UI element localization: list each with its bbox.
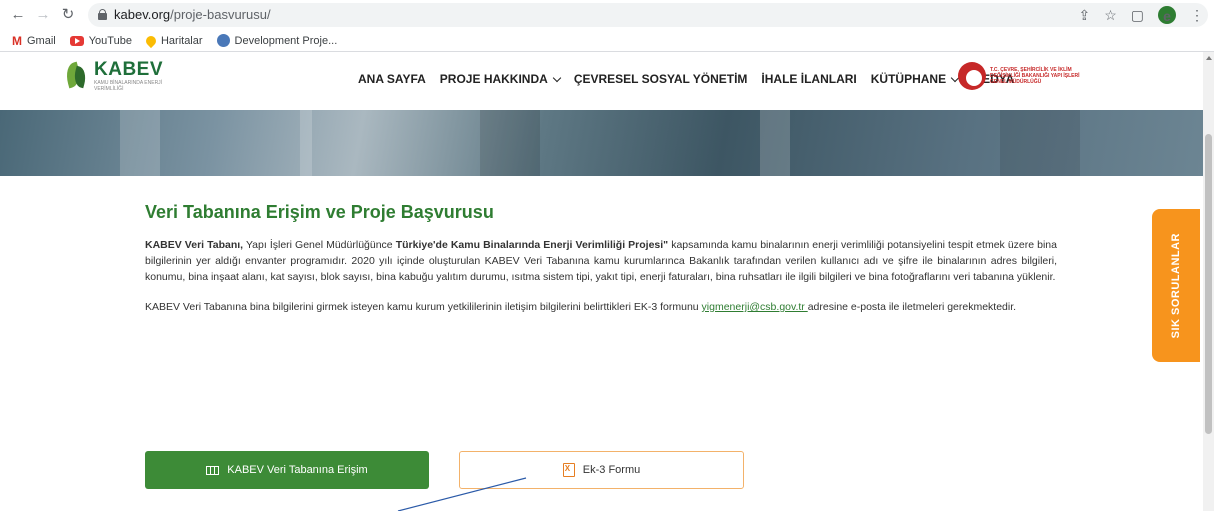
screenshot-root: ← → ↻ kabev.org/proje-basvurusu/ ⇪ ☆ ▢ e… (0, 0, 1214, 511)
annotation-line (397, 477, 527, 511)
